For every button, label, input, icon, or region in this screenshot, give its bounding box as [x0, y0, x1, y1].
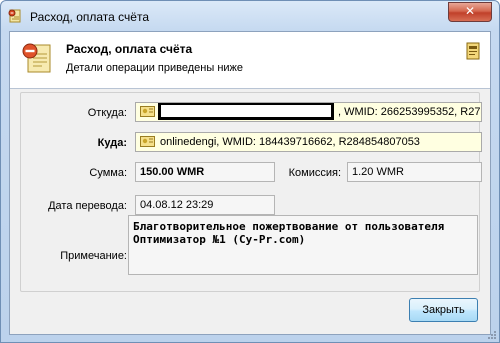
resize-grip-icon[interactable]: [487, 330, 497, 340]
commission-label: Комиссия:: [288, 167, 341, 179]
header-subtitle: Детали операции приведены ниже: [66, 62, 244, 74]
close-button[interactable]: Закрыть: [409, 298, 478, 322]
close-icon: ✕: [464, 4, 476, 18]
dialog-header: Расход, оплата счёта Детали операции при…: [10, 32, 490, 89]
amount-field[interactable]: 150.00 WMR: [135, 162, 275, 182]
from-label: Откуда:: [87, 107, 127, 119]
invoice-icon: [22, 43, 51, 73]
header-title: Расход, оплата счёта: [66, 42, 193, 56]
window-title: Расход, оплата счёта: [30, 10, 150, 24]
note-field[interactable]: Благотворительное пожертвование от польз…: [128, 215, 478, 275]
from-value: , WMID: 266253995352, R273...: [338, 106, 482, 118]
dialog-body: Расход, оплата счёта Детали операции при…: [9, 31, 491, 335]
to-field[interactable]: onlinedengi, WMID: 184439716662, R284854…: [135, 132, 482, 152]
to-label: Куда:: [97, 137, 127, 149]
note-label: Примечание:: [60, 250, 127, 262]
note-value: Благотворительное пожертвование от польз…: [133, 220, 445, 246]
redaction-box: [158, 103, 334, 120]
amount-label: Сумма:: [89, 167, 127, 179]
receipt-icon: [8, 9, 21, 23]
date-label: Дата перевода:: [48, 200, 127, 212]
to-value: onlinedengi, WMID: 184439716662, R284854…: [160, 136, 420, 148]
commission-field[interactable]: 1.20 WMR: [347, 162, 482, 182]
commission-value: 1.20 WMR: [352, 166, 404, 178]
from-field[interactable]: , WMID: 266253995352, R273...: [135, 102, 482, 122]
date-value: 04.08.12 23:29: [140, 199, 214, 211]
date-field[interactable]: 04.08.12 23:29: [135, 195, 275, 215]
title-bar[interactable]: Расход, оплата счёта ✕: [1, 1, 499, 31]
help-book-icon[interactable]: [466, 42, 480, 60]
dialog-window: Расход, оплата счёта ✕ Расход, оплата сч…: [0, 0, 500, 343]
amount-value: 150.00 WMR: [140, 166, 205, 178]
close-window-button[interactable]: ✕: [448, 2, 492, 22]
wm-wallet-icon: [140, 106, 155, 117]
wm-wallet-icon: [140, 136, 155, 147]
